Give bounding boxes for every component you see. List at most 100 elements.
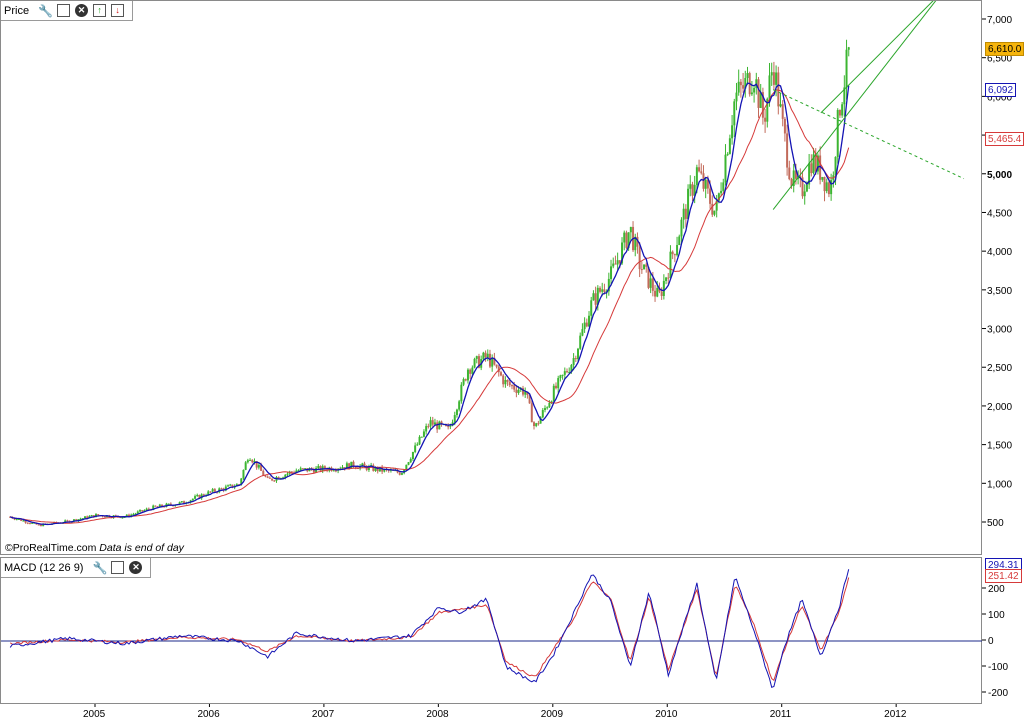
price-bar	[154, 505, 157, 507]
arrow-up-icon[interactable]: ↑	[93, 4, 107, 17]
price-bar	[845, 49, 848, 88]
macd-tick-label: -100	[988, 662, 1008, 673]
price-bar	[616, 260, 619, 265]
wrench-icon[interactable]: 🔧	[93, 561, 107, 574]
price-bar	[638, 246, 641, 270]
price-bar	[438, 421, 441, 430]
signal-line	[9, 577, 850, 682]
price-bar	[350, 461, 353, 469]
price-bar	[623, 232, 626, 243]
price-bar	[838, 110, 841, 116]
price-bar	[510, 385, 513, 387]
price-bar	[227, 485, 230, 487]
price-bar	[409, 459, 412, 463]
price-tick-label: 500	[987, 518, 1004, 529]
price-bar	[363, 463, 366, 466]
price-bar	[581, 329, 584, 336]
price-bar	[546, 407, 549, 409]
price-bar	[66, 520, 69, 522]
watermark-note: Data is end of day	[99, 542, 184, 554]
price-bar	[770, 72, 773, 76]
price-bar	[453, 415, 456, 423]
price-bar	[768, 75, 771, 99]
price-chart-svg[interactable]	[1, 1, 983, 556]
macd-toolbar: MACD (12 26 9) 🔧 ✕	[1, 558, 152, 578]
wrench-icon[interactable]: 🔧	[38, 4, 53, 17]
price-bar	[821, 176, 824, 180]
price-bar	[594, 293, 597, 305]
price-bar	[805, 184, 808, 192]
price-bar	[196, 494, 199, 497]
price-bar	[447, 426, 450, 428]
macd-chart-svg[interactable]	[1, 558, 983, 705]
price-bar	[722, 182, 725, 191]
price-bar	[737, 81, 740, 93]
price-bar	[475, 356, 478, 359]
price-bar	[317, 466, 320, 468]
price-bar	[601, 289, 604, 292]
price-bar	[656, 287, 659, 297]
price-bar	[429, 420, 432, 427]
price-bar	[121, 517, 124, 519]
price-bar	[841, 104, 844, 116]
price-bar	[191, 498, 194, 501]
price-toolbar: Price 🔧 ✕ ↑ ↓	[1, 1, 134, 21]
time-x-axis: 2005 2006 2007 2008 2009 2010 2011 2012	[0, 704, 982, 719]
price-bar	[462, 379, 465, 385]
price-pane-title: Price	[4, 4, 30, 17]
price-bar	[720, 190, 723, 194]
price-bar	[139, 510, 142, 512]
price-bar	[220, 488, 223, 490]
price-bar	[264, 475, 267, 477]
price-bar	[469, 369, 472, 374]
price-bar	[728, 138, 731, 154]
close-icon[interactable]: ✕	[129, 561, 143, 574]
price-bar	[640, 269, 643, 271]
price-bar	[400, 473, 403, 475]
x-tick-label: 2007	[312, 709, 335, 719]
price-bar	[460, 384, 463, 402]
price-bar	[242, 469, 245, 479]
price-bar	[22, 520, 25, 522]
macd-pane-title: MACD (12 26 9)	[4, 561, 84, 574]
price-bar	[713, 210, 716, 215]
price-bar	[750, 92, 753, 95]
macd-chart-pane[interactable]: MACD (12 26 9) 🔧 ✕	[0, 557, 983, 705]
price-bar	[583, 322, 586, 330]
price-bar	[676, 245, 679, 256]
window-icon[interactable]	[111, 561, 125, 574]
x-tick-label: 2008	[426, 709, 449, 719]
macd-tick-label: -200	[988, 688, 1008, 699]
price-bar	[559, 375, 562, 379]
price-bar	[286, 473, 289, 475]
price-chart-pane[interactable]: Price 🔧 ✕ ↑ ↓ ©ProRealTime.com Data is e…	[0, 0, 982, 555]
price-bar	[603, 289, 606, 292]
price-bar	[777, 72, 780, 107]
price-bar	[484, 352, 487, 358]
signal-value-box: 251.42	[985, 569, 1022, 583]
price-bar	[757, 79, 760, 108]
price-bar	[779, 104, 782, 107]
price-bar	[257, 464, 260, 468]
price-bar	[667, 277, 670, 279]
price-bar	[557, 378, 560, 389]
price-bar	[537, 423, 540, 425]
price-bar	[506, 379, 509, 382]
trendline-dashed	[772, 89, 965, 180]
price-bar	[660, 291, 663, 296]
price-bar	[464, 379, 467, 381]
price-bar	[471, 367, 474, 374]
price-bar	[645, 264, 648, 267]
price-bar	[418, 436, 421, 445]
arrow-down-icon[interactable]: ↓	[111, 4, 125, 17]
price-bar	[783, 118, 786, 134]
last-price-box: 6,610.0	[985, 42, 1024, 56]
price-bar	[271, 478, 274, 481]
close-icon[interactable]: ✕	[75, 4, 89, 17]
price-bar	[530, 403, 533, 423]
price-bar	[482, 352, 485, 360]
price-bar	[651, 278, 654, 291]
window-icon[interactable]	[57, 4, 71, 17]
price-bar	[544, 408, 547, 411]
price-tick-label: 1,500	[987, 441, 1012, 452]
